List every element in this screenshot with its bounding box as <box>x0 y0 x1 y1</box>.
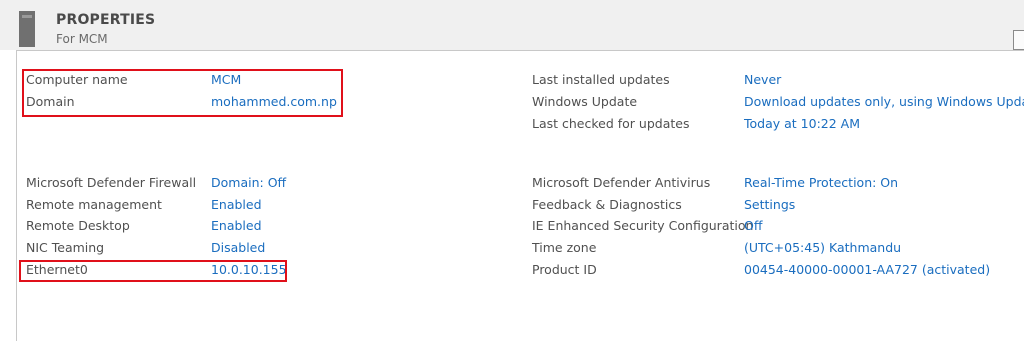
highlight-box-computer-domain <box>22 69 343 117</box>
product-id-link[interactable]: 00454-40000-00001-AA727 (activated) <box>744 262 990 278</box>
feedback-diagnostics-link[interactable]: Settings <box>744 197 795 213</box>
last-installed-updates-label: Last installed updates <box>532 72 670 87</box>
remote-desktop-label: Remote Desktop <box>26 218 130 233</box>
last-installed-updates-link[interactable]: Never <box>744 72 781 88</box>
time-zone-link[interactable]: (UTC+05:45) Kathmandu <box>744 240 901 256</box>
time-zone-label: Time zone <box>532 240 597 255</box>
remote-management-label: Remote management <box>26 197 162 212</box>
tasks-button[interactable] <box>1013 30 1024 50</box>
nic-teaming-label: NIC Teaming <box>26 240 105 255</box>
feedback-diagnostics-label: Feedback & Diagnostics <box>532 197 682 212</box>
defender-antivirus-link[interactable]: Real-Time Protection: On <box>744 175 898 191</box>
ie-esc-label: IE Enhanced Security Configuration <box>532 218 754 233</box>
remote-desktop-link[interactable]: Enabled <box>211 218 262 234</box>
highlight-box-ethernet <box>19 260 287 282</box>
windows-update-link[interactable]: Download updates only, using Windows Upd… <box>744 94 1024 110</box>
defender-antivirus-label: Microsoft Defender Antivirus <box>532 175 711 190</box>
page-title: PROPERTIES <box>56 12 156 28</box>
defender-firewall-link[interactable]: Domain: Off <box>211 175 286 191</box>
ie-esc-link[interactable]: Off <box>744 218 762 234</box>
defender-firewall-label: Microsoft Defender Firewall <box>26 175 197 190</box>
nic-teaming-link[interactable]: Disabled <box>211 240 265 256</box>
last-checked-updates-link[interactable]: Today at 10:22 AM <box>744 116 860 132</box>
last-checked-updates-label: Last checked for updates <box>532 116 690 131</box>
remote-management-link[interactable]: Enabled <box>211 197 262 213</box>
properties-header: PROPERTIES For MCM <box>0 0 1024 50</box>
windows-update-label: Windows Update <box>532 94 638 109</box>
server-icon <box>19 11 35 47</box>
page-subtitle: For MCM <box>56 32 108 46</box>
product-id-label: Product ID <box>532 262 597 277</box>
